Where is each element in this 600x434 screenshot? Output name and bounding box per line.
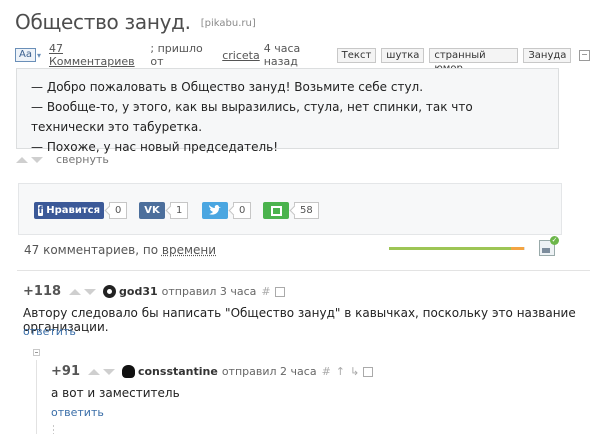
- save-post-button[interactable]: [263, 202, 289, 219]
- permalink-icon[interactable]: #: [322, 365, 331, 378]
- collapse-thread-button[interactable]: [33, 349, 40, 356]
- thread-line: [36, 360, 37, 434]
- upvote-icon[interactable]: [69, 288, 82, 295]
- thread-dots: [53, 425, 54, 434]
- check-icon: ✓: [550, 236, 559, 245]
- divider: [17, 270, 590, 271]
- twitter-count: 0: [233, 202, 252, 219]
- twitter-bird-icon: [209, 205, 221, 215]
- comment-header: +118 god31 отправил 3 часа #: [23, 284, 285, 299]
- tag[interactable]: странный юмор: [429, 47, 519, 74]
- facebook-like-button[interactable]: f Нравится: [34, 202, 104, 219]
- comments-count-link[interactable]: 47 Комментариев: [49, 42, 150, 68]
- comment-text: а вот и заместитель: [51, 386, 180, 400]
- reply-link[interactable]: ответить: [23, 325, 76, 338]
- vk-share-button[interactable]: VK: [139, 202, 165, 219]
- save-icon[interactable]: [274, 286, 285, 297]
- permalink-icon[interactable]: #: [261, 285, 270, 298]
- save-icon[interactable]: [579, 49, 590, 61]
- comment-header: +91 consstantine отправил 2 часа # ↑ ↳: [51, 364, 374, 379]
- image-toggle-icon[interactable]: ✓: [539, 236, 559, 256]
- comment-rating: +91: [51, 364, 80, 379]
- comment-text: Автору следовало бы написать "Общество з…: [23, 306, 576, 334]
- story-line: — Вообще-то, у этого, как вы выразились,…: [31, 100, 473, 134]
- downvote-icon[interactable]: [31, 156, 43, 163]
- chevron-down-icon: ▾: [36, 50, 41, 60]
- upvote-icon[interactable]: [87, 368, 100, 375]
- comment-username[interactable]: god31: [119, 285, 158, 298]
- comment-username[interactable]: consstantine: [138, 365, 218, 378]
- comment-time: отправил 3 часа: [161, 285, 257, 298]
- twitter-share-button[interactable]: [202, 202, 228, 219]
- comments-progress-bar: [389, 247, 525, 250]
- facebook-count: 0: [109, 202, 128, 219]
- post-time: 4 часа назад: [263, 42, 301, 68]
- vk-share: VK 1: [139, 202, 189, 219]
- tag[interactable]: шутка: [381, 47, 425, 63]
- comment-rating: +118: [23, 284, 62, 299]
- came-from-text: ; пришло от: [150, 42, 203, 68]
- facebook-like-label: Нравится: [46, 205, 100, 216]
- downvote-icon[interactable]: [84, 288, 97, 295]
- save-share: 58: [263, 202, 319, 219]
- floppy-icon: [270, 205, 282, 216]
- vk-count: 1: [170, 202, 189, 219]
- branch-icon[interactable]: ↳: [350, 365, 359, 378]
- author-link[interactable]: criceta: [222, 49, 260, 62]
- avatar[interactable]: [103, 285, 117, 298]
- save-icon[interactable]: [363, 366, 374, 377]
- post-title[interactable]: Общество зануд.: [15, 10, 191, 34]
- font-size-button[interactable]: Aa: [15, 48, 36, 62]
- twitter-share: 0: [202, 202, 252, 219]
- post-story: — Добро пожаловать в Общество зануд! Воз…: [16, 68, 559, 154]
- post-meta: Aa ▾ 47 Комментариев ; пришло от criceta…: [15, 42, 590, 74]
- tag[interactable]: Текст: [336, 47, 377, 63]
- post-votes: свернуть: [16, 153, 109, 166]
- share-panel: f Нравится 0 VK 1 0 58: [18, 183, 562, 235]
- facebook-share: f Нравится 0: [34, 202, 128, 219]
- downvote-icon[interactable]: [102, 368, 115, 375]
- comments-count: 47 комментариев, по: [24, 243, 159, 257]
- parent-comment-icon[interactable]: ↑: [336, 365, 345, 378]
- progress-green: [389, 247, 512, 250]
- post-title-row: Общество зануд. [pikabu.ru]: [15, 10, 256, 34]
- tag-list: Текст шутка странный юмор Зануда: [336, 47, 590, 74]
- collapse-link[interactable]: свернуть: [56, 153, 109, 166]
- progress-orange: [511, 247, 524, 250]
- comments-header: 47 комментариев, по времени: [24, 243, 216, 257]
- avatar[interactable]: [121, 365, 135, 378]
- sort-by-time-link[interactable]: времени: [162, 243, 216, 257]
- reply-link[interactable]: ответить: [51, 406, 104, 419]
- save-count: 58: [294, 202, 319, 219]
- facebook-icon: f: [38, 205, 44, 216]
- tag[interactable]: Зануда: [523, 47, 572, 63]
- upvote-icon[interactable]: [16, 156, 28, 163]
- post-domain: [pikabu.ru]: [200, 18, 256, 29]
- story-line: — Добро пожаловать в Общество зануд! Воз…: [31, 80, 424, 94]
- comment-time: отправил 2 часа: [221, 365, 317, 378]
